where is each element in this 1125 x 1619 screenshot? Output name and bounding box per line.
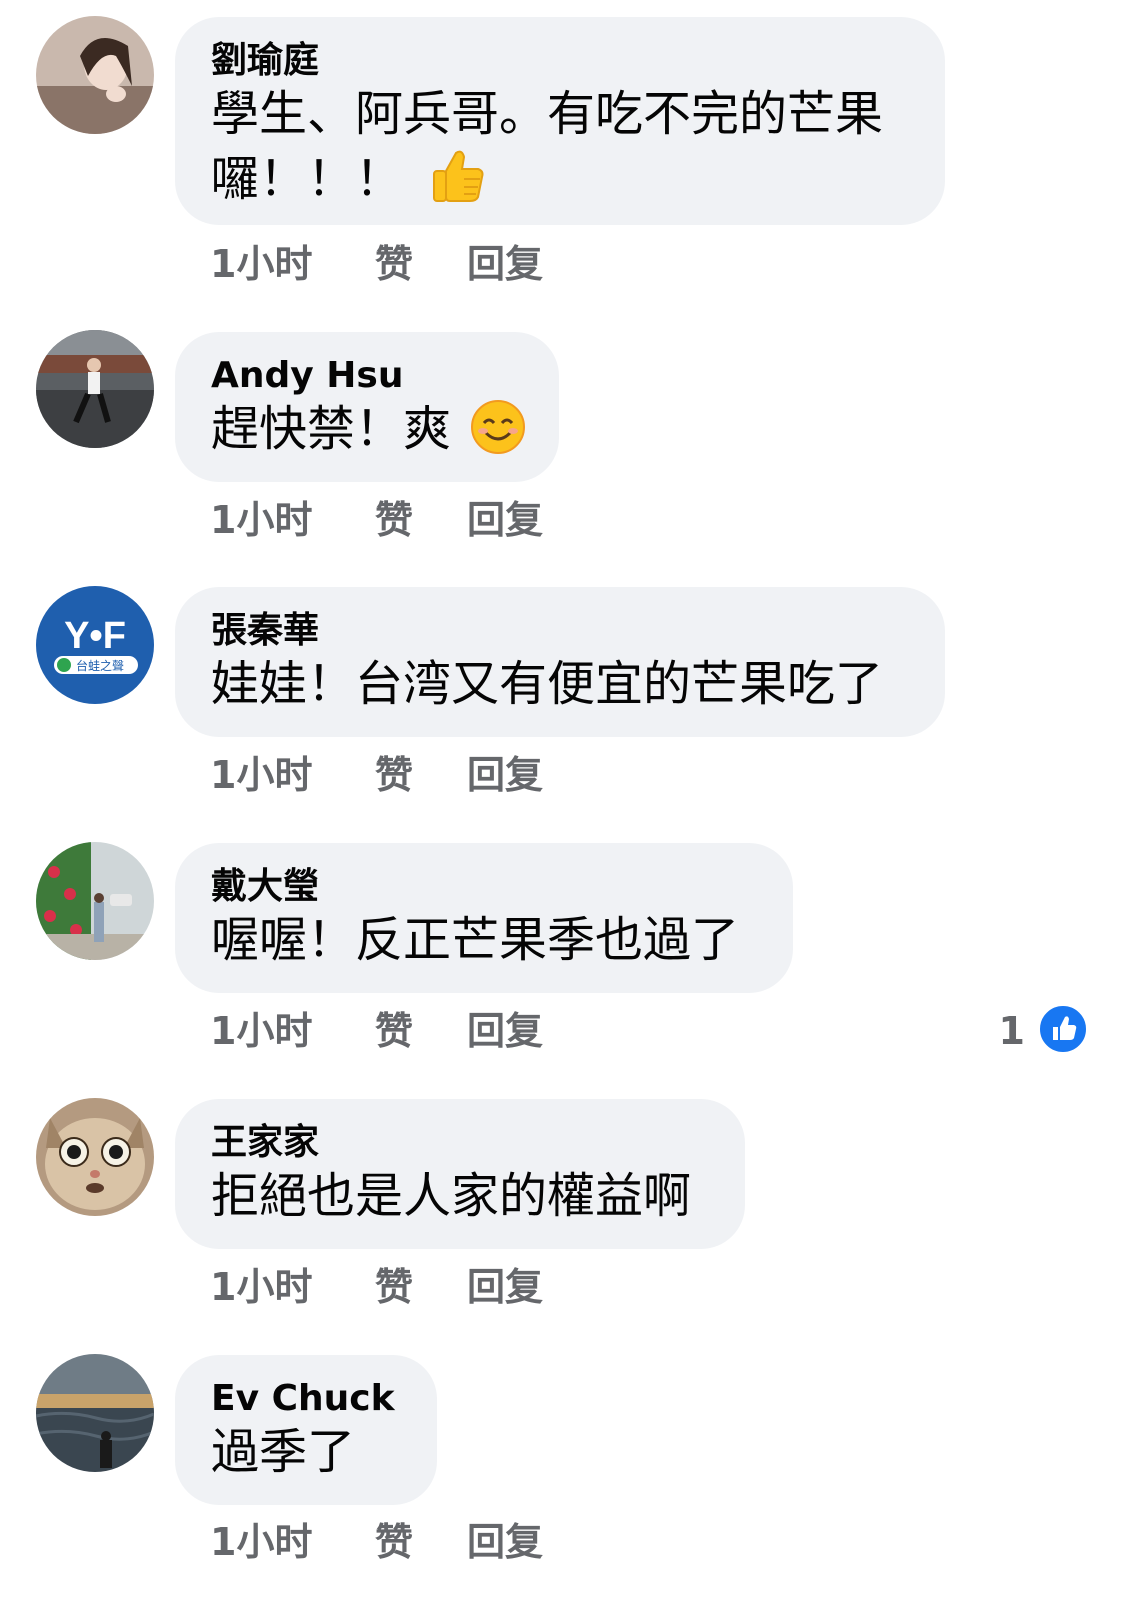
comment-text: 娃娃！台湾又有便宜的芒果吃了	[211, 656, 884, 712]
reply-button[interactable]: 回复	[467, 751, 543, 799]
comment-bubble: 戴大瑩 喔喔！反正芒果季也過了	[175, 843, 793, 993]
comment-timestamp[interactable]: 1小时	[210, 1007, 375, 1055]
comment-timestamp[interactable]: 1小时	[210, 1518, 375, 1566]
comment-actions: 1小时赞回复	[210, 1007, 543, 1055]
thumbs-up-icon	[428, 145, 488, 220]
avatar-logo-subtext: 台蛙之聲	[76, 658, 124, 673]
avatar[interactable]	[36, 842, 154, 960]
comment-timestamp[interactable]: 1小时	[210, 1263, 375, 1311]
comment-text: 喔喔！反正芒果季也過了	[211, 912, 740, 968]
comment-text-line: 趕快禁！爽	[211, 398, 526, 470]
comment-actions: 1小时赞回复	[210, 1518, 543, 1566]
comment-author[interactable]: Ev Chuck	[211, 1377, 401, 1421]
avatar[interactable]: Y•F 台蛙之聲	[36, 586, 154, 704]
comment-author[interactable]: Andy Hsu	[211, 354, 523, 398]
comment-timestamp[interactable]: 1小时	[210, 496, 375, 544]
comment-actions: 1小时赞回复	[210, 1263, 543, 1311]
reply-button[interactable]: 回复	[467, 1007, 543, 1055]
like-button[interactable]: 赞	[375, 1518, 467, 1566]
like-button[interactable]: 赞	[375, 240, 467, 288]
smiling-face-icon	[470, 399, 526, 470]
comment-author[interactable]: 張秦華	[211, 609, 909, 653]
comment-bubble: Andy Hsu 趕快禁！爽	[175, 332, 559, 482]
reply-button[interactable]: 回复	[467, 496, 543, 544]
like-button[interactable]: 赞	[375, 1263, 467, 1311]
like-button[interactable]: 赞	[375, 1007, 467, 1055]
reply-button[interactable]: 回复	[467, 1263, 543, 1311]
like-button[interactable]: 赞	[375, 751, 467, 799]
comment-author[interactable]: 王家家	[211, 1121, 709, 1165]
comment-text: 過季了	[211, 1424, 356, 1480]
reply-button[interactable]: 回复	[467, 1518, 543, 1566]
avatar[interactable]	[36, 16, 154, 134]
comment-author[interactable]: 劉瑜庭	[211, 39, 909, 83]
comment-bubble: 王家家 拒絕也是人家的權益啊	[175, 1099, 745, 1249]
comment-bubble: 張秦華 娃娃！台湾又有便宜的芒果吃了	[175, 587, 945, 737]
comment-bubble: 劉瑜庭 學生、阿兵哥。有吃不完的芒果 囉！！！	[175, 17, 945, 225]
avatar[interactable]	[36, 330, 154, 448]
comment-text: 拒絕也是人家的權益啊	[211, 1168, 692, 1224]
comment-author[interactable]: 戴大瑩	[211, 865, 757, 909]
avatar[interactable]	[36, 1354, 154, 1472]
reply-button[interactable]: 回复	[467, 240, 543, 288]
reaction-count: 1	[998, 1009, 1025, 1053]
reaction-summary[interactable]: 1	[999, 1003, 1089, 1059]
comment-actions: 1小时赞回复	[210, 751, 543, 799]
comment-timestamp[interactable]: 1小时	[210, 240, 375, 288]
comment-text: 趕快禁！爽	[211, 401, 452, 457]
comment-bubble: Ev Chuck 過季了	[175, 1355, 437, 1505]
comment-timestamp[interactable]: 1小时	[210, 751, 375, 799]
comment-text-line2: 囉！！！	[211, 145, 909, 220]
comment-text: 學生、阿兵哥。有吃不完的芒果	[211, 86, 884, 142]
avatar-logo-text: Y•F	[64, 615, 126, 657]
like-reaction-icon	[1037, 1003, 1089, 1059]
avatar[interactable]	[36, 1098, 154, 1216]
comment-text-content: 囉！！！	[211, 151, 404, 207]
comment-actions: 1小时赞回复	[210, 240, 543, 288]
comment-actions: 1小时赞回复	[210, 496, 543, 544]
like-button[interactable]: 赞	[375, 496, 467, 544]
